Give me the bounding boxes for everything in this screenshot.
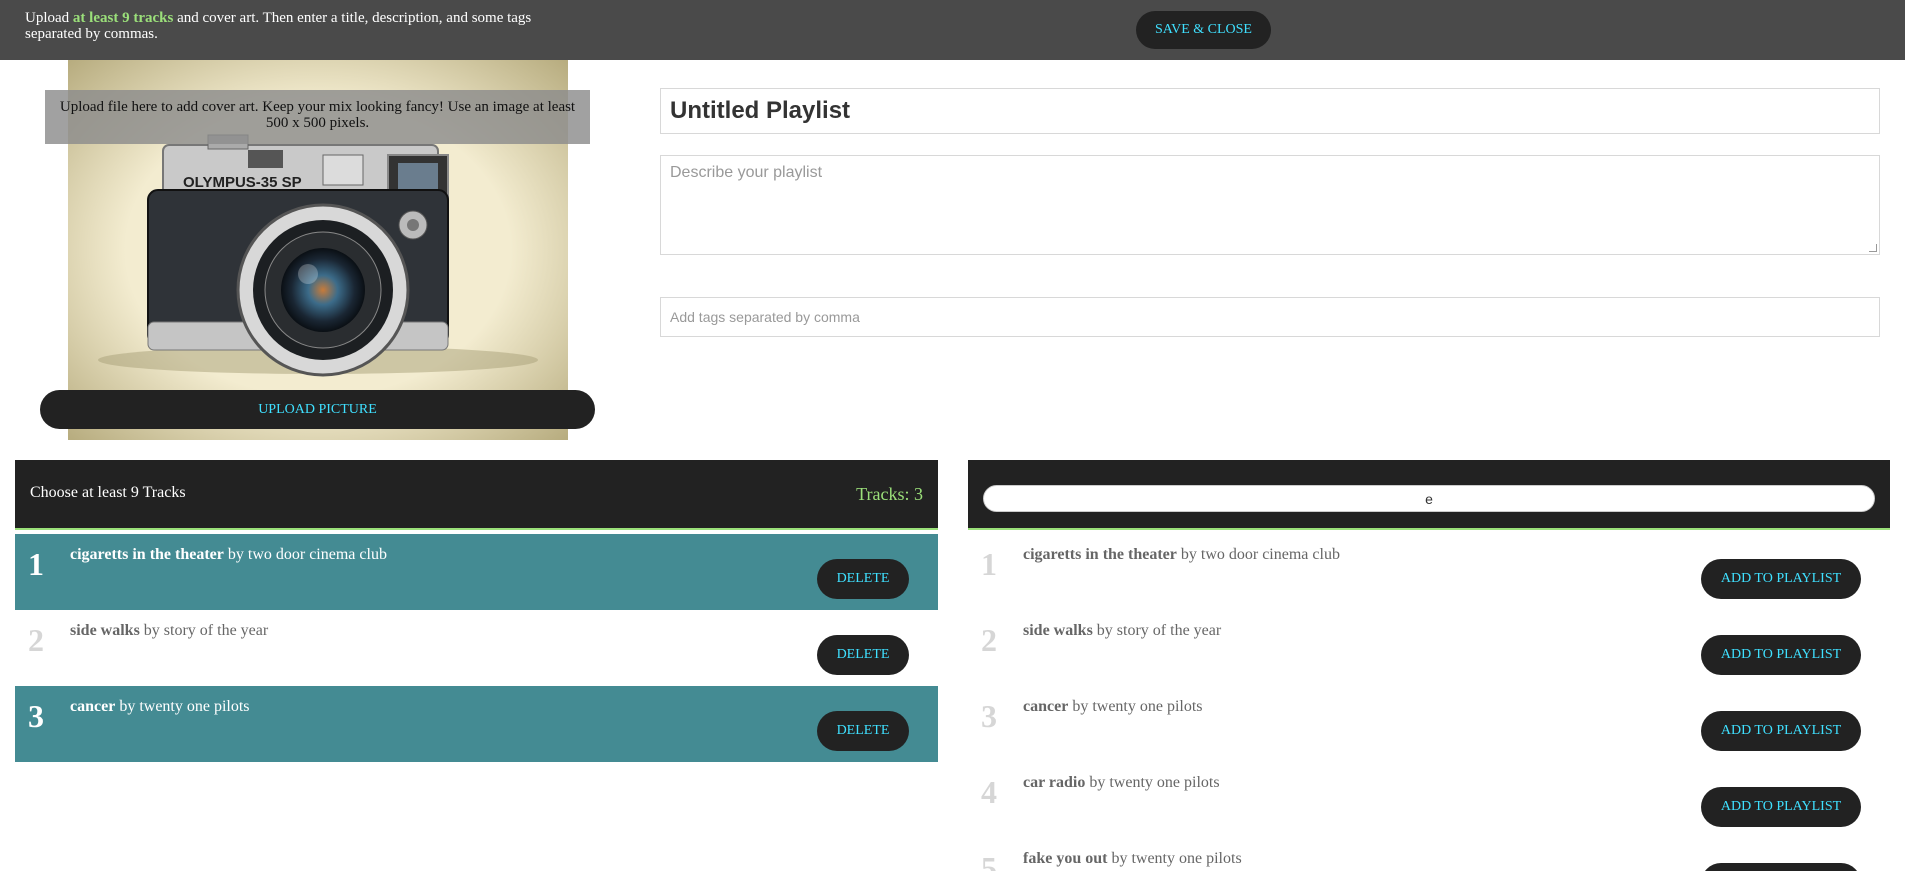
add-to-playlist-button[interactable]: ADD TO PLAYLIST [1701,787,1861,827]
track-title: cancer [70,698,116,715]
description-placeholder: Describe your playlist [670,164,823,181]
add-to-playlist-button[interactable]: ADD TO PLAYLIST [1701,863,1861,871]
resize-grip-icon[interactable] [1869,244,1877,252]
search-result-row[interactable]: 2 side walks by story of the year ADD TO… [968,610,1890,686]
upload-instructions: Upload at least 9 tracks and cover art. … [25,10,585,42]
result-artist: story of the year [1116,622,1222,639]
result-by: by [1072,698,1089,715]
playlist-track-row[interactable]: 2 side walks by story of the year DELETE [15,610,938,686]
save-close-button[interactable]: SAVE & CLOSE [1136,11,1271,49]
track-artist: two door cinema club [247,546,387,563]
result-info: cigaretts in the theater by two door cin… [1023,546,1340,564]
result-by: by [1111,850,1128,867]
search-header: e [968,460,1890,528]
search-result-row[interactable]: 5 fake you out by twenty one pilots ADD … [968,838,1890,871]
track-count: Tracks: 3 [856,484,923,504]
result-title: fake you out [1023,850,1108,867]
header-divider [15,528,938,530]
result-artist: twenty one pilots [1131,850,1242,867]
search-result-row[interactable]: 3 cancer by twenty one pilots ADD TO PLA… [968,686,1890,762]
track-search-input[interactable]: e [983,485,1875,512]
track-title: side walks [70,622,140,639]
search-result-row[interactable]: 4 car radio by twenty one pilots ADD TO … [968,762,1890,838]
add-to-playlist-button[interactable]: ADD TO PLAYLIST [1701,711,1861,751]
result-by: by [1089,774,1106,791]
result-title: car radio [1023,774,1086,791]
track-number: 1 [28,546,44,582]
playlist-tracks-heading: Choose at least 9 Tracks [30,484,186,501]
delete-track-button[interactable]: DELETE [817,635,909,675]
result-title: cancer [1023,698,1069,715]
upload-picture-button[interactable]: UPLOAD PICTURE [40,390,595,429]
track-artist: story of the year [163,622,269,639]
playlist-tags-input[interactable]: Add tags separated by comma [660,297,1880,337]
result-info: car radio by twenty one pilots [1023,774,1220,792]
delete-track-button[interactable]: DELETE [817,711,909,751]
search-header-divider [968,528,1890,530]
playlist-track-row[interactable]: 1 cigaretts in the theater by two door c… [15,534,938,610]
delete-track-button[interactable]: DELETE [817,559,909,599]
result-number: 2 [981,622,997,658]
result-number: 4 [981,774,997,810]
cover-upload-notice: Upload file here to add cover art. Keep … [45,90,590,144]
instructions-highlight: at least 9 tracks [72,10,174,26]
track-number: 2 [28,622,44,658]
result-artist: twenty one pilots [1092,698,1203,715]
search-result-row[interactable]: 1 cigaretts in the theater by two door c… [968,534,1890,610]
top-bar: Upload at least 9 tracks and cover art. … [0,0,1905,60]
playlist-description-input[interactable]: Describe your playlist [660,155,1880,255]
track-number: 3 [28,698,44,734]
result-info: fake you out by twenty one pilots [1023,850,1242,868]
camera-brand-text: OLYMPUS-35 SP [183,174,302,191]
result-number: 5 [981,850,997,871]
track-info: cancer by twenty one pilots [70,698,250,716]
track-info: cigaretts in the theater by two door cin… [70,546,387,564]
result-by: by [1180,546,1197,563]
tags-placeholder: Add tags separated by comma [670,309,860,325]
playlist-tracks-header: Choose at least 9 Tracks Tracks: 3 [15,460,938,528]
result-title: side walks [1023,622,1093,639]
track-by: by [143,622,160,639]
track-title: cigaretts in the theater [70,546,224,563]
result-artist: two door cinema club [1200,546,1340,563]
add-to-playlist-button[interactable]: ADD TO PLAYLIST [1701,559,1861,599]
result-artist: twenty one pilots [1109,774,1220,791]
result-by: by [1096,622,1113,639]
track-by: by [119,698,136,715]
instructions-text-start: Upload [25,10,73,26]
track-artist: twenty one pilots [139,698,250,715]
result-info: cancer by twenty one pilots [1023,698,1203,716]
playlist-title-input[interactable]: Untitled Playlist [660,88,1880,134]
result-number: 3 [981,698,997,734]
playlist-track-row[interactable]: 3 cancer by twenty one pilots DELETE [15,686,938,762]
add-to-playlist-button[interactable]: ADD TO PLAYLIST [1701,635,1861,675]
result-number: 1 [981,546,997,582]
track-info: side walks by story of the year [70,622,268,640]
result-title: cigaretts in the theater [1023,546,1177,563]
track-by: by [227,546,244,563]
result-info: side walks by story of the year [1023,622,1221,640]
